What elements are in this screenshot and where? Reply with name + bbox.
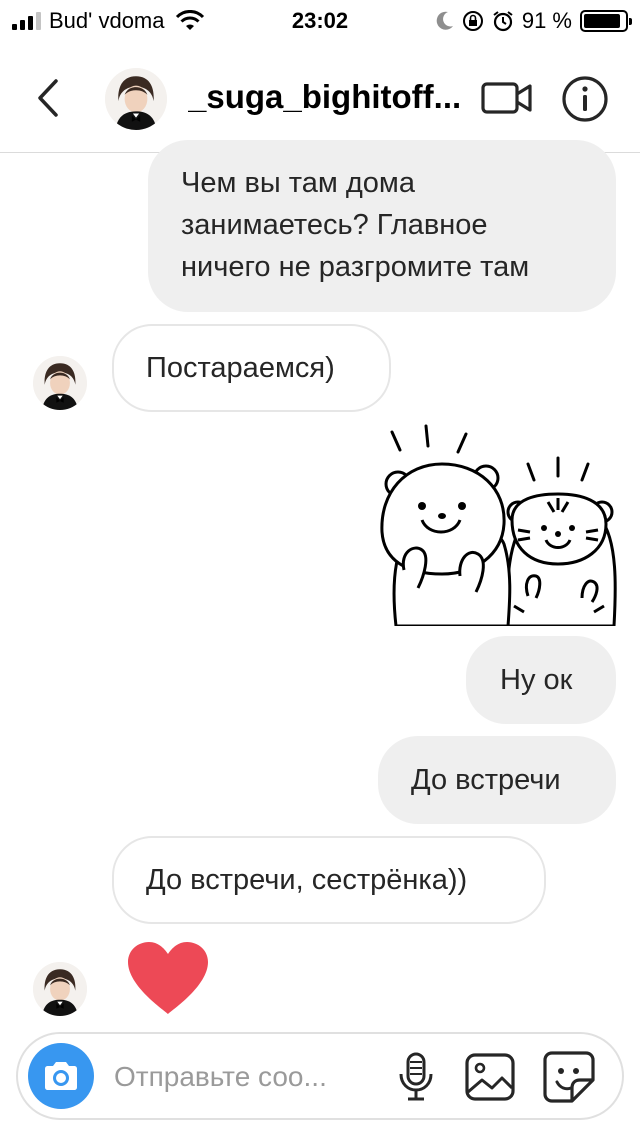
message-text: Ну ок: [500, 664, 573, 696]
message-text: До встречи: [411, 764, 561, 796]
chevron-left-icon: [38, 79, 58, 117]
bear-and-tiger-sticker[interactable]: [378, 420, 618, 626]
battery-icon: [580, 10, 632, 32]
avatar-image: [33, 962, 87, 1016]
message-bubble-outgoing[interactable]: Ну ок: [466, 636, 616, 724]
header-avatar[interactable]: [105, 68, 167, 130]
heart-icon[interactable]: [126, 940, 210, 1016]
video-camera-icon: [481, 82, 532, 114]
voice-message-button[interactable]: [396, 1052, 436, 1102]
gallery-icon: [465, 1053, 515, 1101]
sender-avatar[interactable]: [33, 962, 87, 1016]
message-bubble-incoming[interactable]: Постараемся): [112, 324, 391, 412]
message-text: До встречи, сестрёнка)): [146, 864, 468, 896]
message-bubble-outgoing[interactable]: До встречи: [378, 736, 616, 824]
camera-icon: [45, 1062, 77, 1090]
chat-header: _suga_bighitoff...: [0, 50, 640, 153]
sender-avatar[interactable]: [33, 356, 87, 410]
message-composer: [16, 1032, 624, 1120]
battery-percent: 91 %: [521, 8, 572, 33]
sticker-button[interactable]: [542, 1050, 596, 1104]
alarm-icon: [493, 11, 513, 32]
message-text: Чем вы там дома занимаетесь? Главное нич…: [181, 167, 530, 283]
info-button[interactable]: [560, 74, 610, 124]
chat-username[interactable]: _suga_bighitoff...: [188, 78, 468, 116]
microphone-icon: [399, 1052, 433, 1101]
moon-icon: [436, 11, 453, 30]
info-icon: [562, 76, 608, 122]
avatar-image: [105, 68, 167, 130]
message-text: Постараемся): [146, 352, 335, 384]
message-bubble-incoming[interactable]: До встречи, сестрёнка)): [112, 836, 546, 924]
gallery-button[interactable]: [464, 1052, 516, 1102]
message-bubble-outgoing[interactable]: Чем вы там дома занимаетесь? Главное нич…: [148, 140, 616, 312]
message-input[interactable]: [114, 1056, 374, 1098]
camera-button[interactable]: [28, 1043, 94, 1109]
back-button[interactable]: [30, 76, 66, 120]
status-right: 91 %: [436, 8, 632, 34]
sticker-icon: [543, 1051, 595, 1103]
video-call-button[interactable]: [480, 78, 534, 118]
battery-fill: [584, 14, 621, 28]
status-bar: Bud' vdoma 23:02 91 %: [0, 0, 640, 40]
avatar-image: [33, 356, 87, 410]
rotation-lock-icon: [462, 11, 483, 31]
